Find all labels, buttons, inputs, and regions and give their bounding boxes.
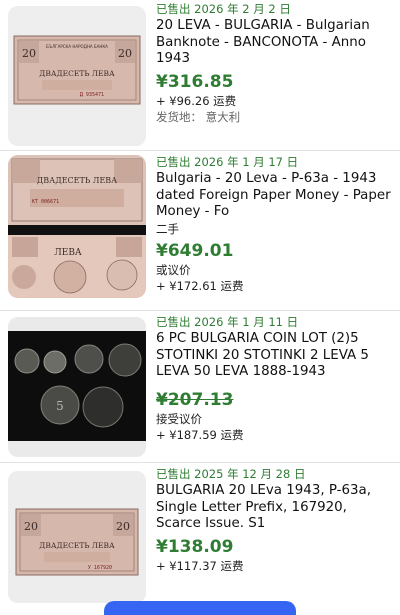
offer-status: 或议价 — [156, 262, 191, 277]
denomination-right: 20 — [116, 520, 130, 533]
listing-2[interactable]: ДВАДЕСЕТЬ ЛЕВА КТ 006671 ЛЕВА 已售出 2026 年… — [0, 151, 400, 311]
item-condition: 二手 — [156, 221, 179, 236]
listing-2-image[interactable]: ДВАДЕСЕТЬ ЛЕВА КТ 006671 ЛЕВА — [8, 155, 146, 298]
denomination-words: ДВАДЕСЕТЬ ЛЕВА — [39, 69, 115, 78]
banknote-front-image: 20 20 БЪЛГАРСКА НАРОДНА БАНКА ДВАДЕСЕТЬ … — [8, 6, 146, 146]
listing-title[interactable]: 6 PC BULGARIA COIN LOT (2)5 STOTINKI 20 … — [156, 331, 394, 381]
coin-numeral: 5 — [56, 399, 64, 413]
ship-from-location: 发货地： 意大利 — [156, 109, 241, 124]
sold-date: 已售出 2026 年 2 月 2 日 — [156, 2, 291, 16]
shipping-cost: + ¥96.26 运费 — [156, 93, 237, 108]
floating-action-button[interactable] — [104, 601, 296, 615]
listing-3-image[interactable]: 5 — [8, 317, 146, 457]
sold-date: 已售出 2026 年 1 月 11 日 — [156, 315, 299, 329]
denomination-words: ДВАДЕСЕТЬ ЛЕВА — [39, 541, 115, 550]
serial-number: КТ 006671 — [32, 199, 59, 205]
listing-title[interactable]: BULGARIA 20 LEva 1943, P-63a, Single Let… — [156, 483, 394, 533]
bank-name: БЪЛГАРСКА НАРОДНА БАНКА — [46, 44, 108, 49]
sold-date: 已售出 2026 年 1 月 17 日 — [156, 155, 299, 169]
listing-3[interactable]: 5 已售出 2026 年 1 月 11 日 6 PC BULGARIA COIN… — [0, 311, 400, 461]
listing-price: ¥138.09 — [156, 536, 234, 557]
shipping-cost: + ¥172.61 运费 — [156, 278, 244, 293]
listing-1-image[interactable]: 20 20 БЪЛГАРСКА НАРОДНА БАНКА ДВАДЕСЕТЬ … — [8, 6, 146, 146]
banknote-front-image: 20 20 ДВАДЕСЕТЬ ЛЕВА У 167920 — [8, 471, 146, 603]
denomination-left: 20 — [24, 520, 38, 533]
coin-lot-image: 5 — [8, 317, 146, 457]
shipping-cost: + ¥187.59 运费 — [156, 427, 244, 442]
denomination-words: ДВАДЕСЕТЬ ЛЕВА — [37, 176, 117, 185]
shipping-cost: + ¥117.37 运费 — [156, 558, 244, 573]
listing-price: ¥316.85 — [156, 71, 234, 92]
banknote-front-back-image: ДВАДЕСЕТЬ ЛЕВА КТ 006671 ЛЕВА — [8, 155, 146, 298]
back-denomination-word: ЛЕВА — [54, 248, 82, 258]
offer-status: 接受议价 — [156, 411, 202, 426]
listing-4-image[interactable]: 20 20 ДВАДЕСЕТЬ ЛЕВА У 167920 — [8, 471, 146, 603]
serial-number: Д 935471 — [80, 92, 104, 98]
serial-number: У 167920 — [88, 565, 112, 571]
denomination-left: 20 — [22, 47, 36, 60]
listing-title[interactable]: 20 LEVA - BULGARIA - Bulgarian Banknote … — [156, 18, 394, 68]
listing-title[interactable]: Bulgaria - 20 Leva - P-63a - 1943 dated … — [156, 171, 394, 221]
denomination-right: 20 — [118, 47, 132, 60]
listing-price: ¥207.13 — [156, 389, 234, 410]
sold-date: 已售出 2025 年 12 月 28 日 — [156, 467, 306, 481]
listing-price: ¥649.01 — [156, 240, 234, 261]
listing-1[interactable]: 20 20 БЪЛГАРСКА НАРОДНА БАНКА ДВАДЕСЕТЬ … — [0, 0, 400, 150]
listing-4[interactable]: 20 20 ДВАДЕСЕТЬ ЛЕВА У 167920 已售出 2025 年… — [0, 463, 400, 607]
